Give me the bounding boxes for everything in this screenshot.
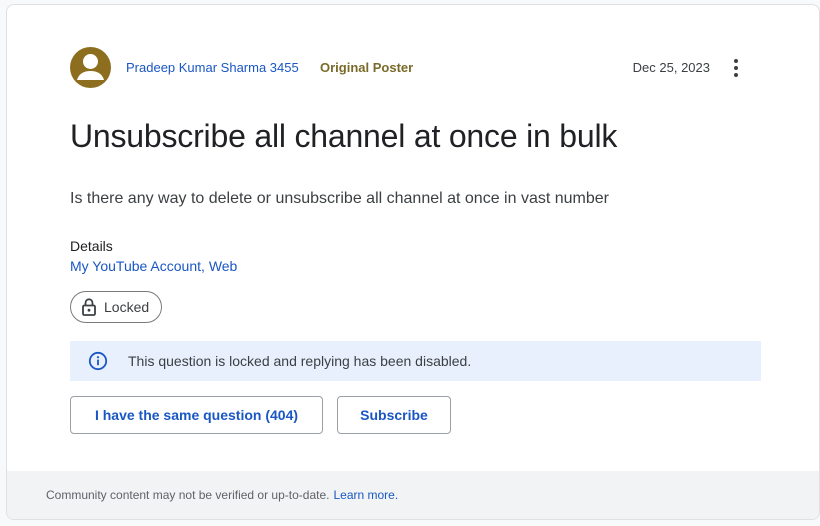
person-icon bbox=[77, 54, 104, 80]
original-poster-badge: Original Poster bbox=[320, 60, 414, 75]
details-label: Details bbox=[70, 238, 113, 254]
same-question-button[interactable]: I have the same question (404) bbox=[70, 396, 323, 434]
details-link-youtube-account[interactable]: My YouTube Account bbox=[70, 258, 201, 274]
details-link-web[interactable]: Web bbox=[209, 258, 238, 274]
details-links: My YouTube Account, Web bbox=[70, 258, 237, 274]
author-avatar[interactable] bbox=[70, 47, 111, 88]
details-separator: , bbox=[201, 258, 209, 274]
more-vert-icon bbox=[734, 59, 738, 63]
locked-chip: Locked bbox=[70, 291, 163, 323]
question-card: Pradeep Kumar Sharma 3455 Original Poste… bbox=[6, 4, 820, 520]
footer-disclaimer: Community content may not be verified or… bbox=[46, 488, 330, 502]
more-options-button[interactable] bbox=[727, 55, 745, 81]
post-date: Dec 25, 2023 bbox=[632, 60, 710, 75]
locked-chip-label: Locked bbox=[104, 299, 150, 315]
subscribe-button[interactable]: Subscribe bbox=[337, 396, 451, 434]
lock-icon bbox=[82, 298, 96, 316]
author-name-link[interactable]: Pradeep Kumar Sharma 3455 bbox=[126, 60, 299, 75]
info-icon bbox=[88, 351, 108, 371]
learn-more-link[interactable]: Learn more. bbox=[333, 488, 398, 502]
community-footer: Community content may not be verified or… bbox=[7, 471, 819, 519]
locked-notice: This question is locked and replying has… bbox=[70, 341, 761, 381]
question-title: Unsubscribe all channel at once in bulk bbox=[70, 118, 618, 154]
question-body: Is there any way to delete or unsubscrib… bbox=[70, 190, 609, 207]
locked-notice-text: This question is locked and replying has… bbox=[128, 353, 472, 369]
